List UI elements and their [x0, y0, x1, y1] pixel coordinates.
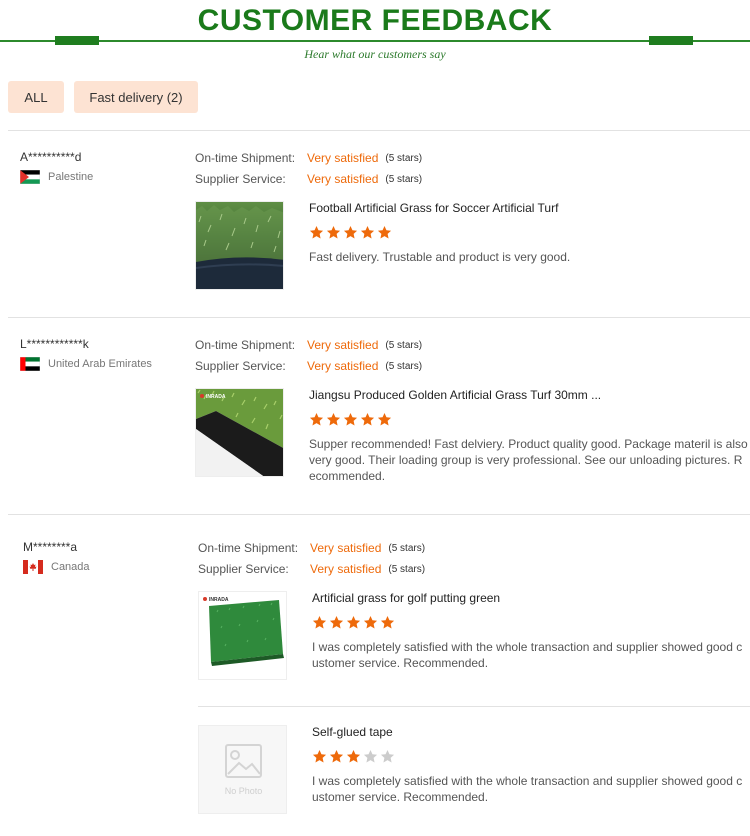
reviewer-name: L************k — [20, 337, 89, 351]
product-stars — [309, 225, 392, 240]
product-title[interactable]: Artificial grass for golf putting green — [312, 591, 500, 605]
rating-value: Very satisfied — [307, 151, 379, 165]
service-rating: Supplier Service: Very satisfied (5 star… — [198, 561, 425, 577]
review-item: L************k United Arab Emirates On-t… — [0, 337, 750, 507]
header-rule — [0, 40, 750, 42]
star-icon — [346, 749, 361, 763]
divider — [8, 317, 750, 318]
no-photo-icon: No Photo — [199, 726, 286, 813]
star-icon — [377, 412, 392, 426]
divider — [8, 130, 750, 131]
page-header: CUSTOMER FEEDBACK Hear what our customer… — [0, 0, 750, 70]
star-icon — [329, 615, 344, 629]
review-item: M********a Canada On-time Shipment: Very… — [0, 540, 750, 836]
rating-value: Very satisfied — [307, 359, 379, 373]
rating-stars-text: (5 stars) — [385, 339, 423, 351]
star-icon — [363, 749, 378, 763]
reviewer-country: Palestine — [20, 170, 93, 184]
filter-all-button[interactable]: ALL — [8, 81, 64, 113]
star-icon — [312, 749, 327, 763]
star-icon — [360, 412, 375, 426]
star-icon — [380, 749, 395, 763]
star-icon — [312, 615, 327, 629]
product-thumbnail[interactable]: INRADA — [195, 388, 284, 477]
star-icon — [329, 749, 344, 763]
filter-fast-delivery-button[interactable]: Fast delivery (2) — [74, 81, 198, 113]
divider — [8, 514, 750, 515]
product-title[interactable]: Jiangsu Produced Golden Artificial Grass… — [309, 388, 601, 402]
review-comment: Fast delivery. Trustable and product is … — [309, 250, 571, 264]
product-stars — [312, 749, 395, 764]
flag-canada-icon — [23, 560, 43, 574]
reviewer-country: Canada — [23, 560, 90, 574]
country-name: Canada — [51, 561, 90, 573]
service-rating: Supplier Service: Very satisfied (5 star… — [195, 171, 422, 187]
page-subtitle: Hear what our customers say — [304, 47, 446, 61]
rating-label: On-time Shipment: — [195, 338, 296, 352]
product-title[interactable]: Self-glued tape — [312, 725, 393, 739]
star-icon — [377, 225, 392, 239]
star-icon — [380, 615, 395, 629]
star-icon — [363, 615, 378, 629]
star-icon — [309, 412, 324, 426]
service-rating: Supplier Service: Very satisfied (5 star… — [195, 358, 422, 374]
product-review: INRADA Jiangsu Produced Golden Artificia… — [195, 388, 750, 488]
svg-text:INRADA: INRADA — [206, 394, 226, 400]
svg-text:INRADA: INRADA — [209, 597, 229, 603]
rating-stars-text: (5 stars) — [388, 542, 426, 554]
rating-stars-text: (5 stars) — [385, 360, 423, 372]
product-thumbnail[interactable]: INRADA — [198, 591, 287, 680]
rating-label: Supplier Service: — [195, 359, 286, 373]
product-title[interactable]: Football Artificial Grass for Soccer Art… — [309, 201, 558, 215]
star-icon — [346, 615, 361, 629]
product-thumbnail[interactable]: No Photo — [198, 725, 287, 814]
star-icon — [309, 225, 324, 239]
star-icon — [326, 225, 341, 239]
svg-text:No Photo: No Photo — [225, 786, 263, 796]
star-icon — [360, 225, 375, 239]
star-icon — [326, 412, 341, 426]
product-review: INRADA Artificial grass for golf putting… — [198, 591, 750, 691]
review-comment: I was completely satisfied with the whol… — [312, 640, 743, 670]
rating-label: Supplier Service: — [195, 172, 286, 186]
flag-uae-icon — [20, 357, 40, 371]
rating-value: Very satisfied — [307, 172, 379, 186]
rating-label: On-time Shipment: — [195, 151, 296, 165]
rating-stars-text: (5 stars) — [388, 563, 426, 575]
divider — [198, 706, 750, 707]
rating-stars-text: (5 stars) — [385, 173, 423, 185]
review-comment: I was completely satisfied with the whol… — [312, 774, 743, 804]
rating-value: Very satisfied — [310, 562, 382, 576]
product-review: No Photo Self-glued tape I was completel… — [198, 725, 750, 820]
rating-value: Very satisfied — [307, 338, 379, 352]
filter-bar: ALL Fast delivery (2) — [8, 81, 198, 113]
shipment-rating: On-time Shipment: Very satisfied (5 star… — [195, 337, 422, 353]
shipment-rating: On-time Shipment: Very satisfied (5 star… — [195, 150, 422, 166]
review-item: A**********d Palestine On-time Shipment:… — [0, 150, 750, 310]
product-stars — [309, 412, 392, 427]
reviewer-name: M********a — [23, 540, 78, 554]
shipment-rating: On-time Shipment: Very satisfied (5 star… — [198, 540, 425, 556]
flag-palestine-icon — [20, 170, 40, 184]
reviewer-name: A**********d — [20, 150, 82, 164]
product-stars — [312, 615, 395, 630]
page-title: CUSTOMER FEEDBACK — [197, 4, 553, 37]
country-name: Palestine — [48, 171, 94, 183]
rating-label: Supplier Service: — [198, 562, 289, 576]
review-comment: Supper recommended! Fast delviery. Produ… — [309, 437, 748, 483]
reviewer-country: United Arab Emirates — [20, 357, 152, 371]
product-thumbnail[interactable] — [195, 201, 284, 290]
rating-value: Very satisfied — [310, 541, 382, 555]
product-review: Football Artificial Grass for Soccer Art… — [195, 201, 750, 296]
star-icon — [343, 412, 358, 426]
rating-label: On-time Shipment: — [198, 541, 299, 555]
rating-stars-text: (5 stars) — [385, 152, 423, 164]
country-name: United Arab Emirates — [48, 358, 152, 370]
star-icon — [343, 225, 358, 239]
